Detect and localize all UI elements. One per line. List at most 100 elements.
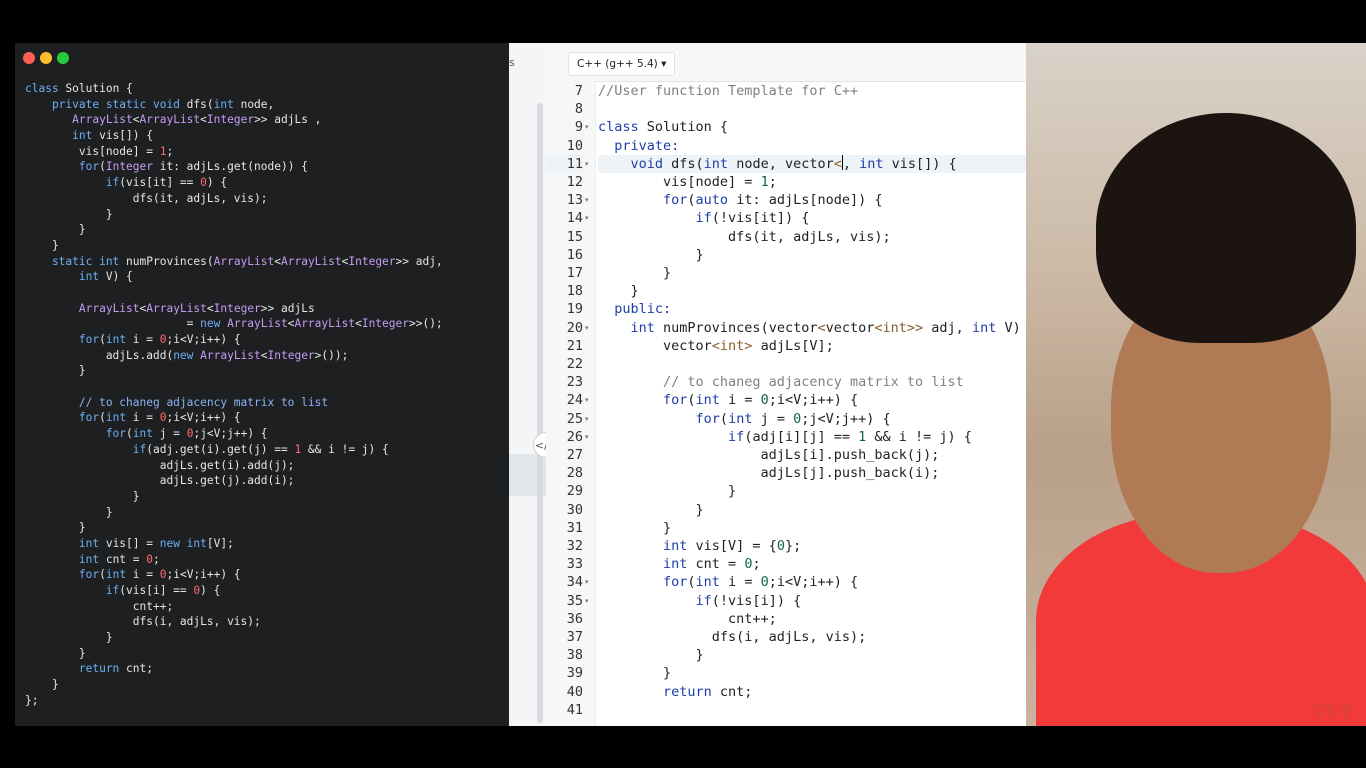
java-code-editor[interactable]: class Solution { private static void dfs… — [15, 43, 509, 726]
code-line[interactable]: int vis[V] = {0}; — [598, 537, 801, 555]
fold-chevron-icon[interactable]: ▾ — [585, 191, 589, 209]
code-line[interactable]: } — [25, 363, 503, 379]
code-line[interactable]: for(auto it: adjLs[node]) { — [598, 191, 882, 209]
fold-chevron-icon[interactable]: ▾ — [585, 573, 589, 591]
code-line[interactable]: } — [598, 282, 639, 300]
code-line[interactable]: return cnt; — [25, 661, 503, 677]
pane-divider[interactable] — [537, 103, 543, 723]
code-token: int — [598, 319, 664, 336]
code-line[interactable]: int numProvinces(vector<vector<int>> adj… — [598, 319, 1021, 337]
line-number: 13 — [566, 192, 583, 209]
code-line[interactable] — [25, 285, 503, 301]
code-token: >>(); — [408, 317, 443, 331]
code-token: int — [703, 155, 729, 172]
line-number: 14 — [566, 210, 583, 227]
language-select[interactable]: C++ (g++ 5.4) ▾ — [568, 52, 676, 76]
code-token: node, — [233, 97, 275, 111]
code-line[interactable]: static int numProvinces(ArrayList<ArrayL… — [25, 254, 503, 270]
code-line[interactable]: } — [25, 646, 503, 662]
code-line[interactable]: for(int i = 0;i<V;i++) { — [598, 573, 858, 591]
code-line[interactable]: dfs(it, adjLs, vis); — [598, 228, 891, 246]
fold-chevron-icon[interactable]: ▾ — [585, 592, 589, 610]
code-line[interactable]: public: — [598, 300, 671, 318]
code-line[interactable]: int cnt = 0; — [598, 555, 761, 573]
code-line[interactable]: adjLs.add(new ArrayList<Integer>()); — [25, 348, 503, 364]
code-line[interactable]: } — [598, 246, 704, 264]
fold-chevron-icon[interactable]: ▾ — [585, 410, 589, 428]
code-line[interactable]: }; — [25, 693, 503, 709]
code-line[interactable]: dfs(i, adjLs, vis); — [25, 614, 503, 630]
code-line[interactable]: if(vis[it] == 0) { — [25, 175, 503, 191]
code-line[interactable]: adjLs[j].push_back(i); — [598, 464, 940, 482]
code-line[interactable]: dfs(i, adjLs, vis); — [598, 628, 866, 646]
code-line[interactable]: for(Integer it: adjLs.get(node)) { — [25, 159, 503, 175]
code-line[interactable]: for(int j = 0;j<V;j++) { — [598, 410, 891, 428]
code-line[interactable] — [25, 379, 503, 395]
fold-chevron-icon[interactable]: ▾ — [585, 319, 589, 337]
code-line[interactable]: int vis[]) { — [25, 128, 503, 144]
code-line[interactable]: adjLs.get(j).add(i); — [25, 473, 503, 489]
code-line[interactable]: void dfs(int node, vector<, int vis[]) { — [598, 154, 1026, 173]
code-line[interactable]: vector<int> adjLs[V]; — [598, 337, 834, 355]
code-token: ( — [687, 392, 696, 409]
code-line[interactable]: private: — [598, 137, 679, 155]
fold-chevron-icon[interactable]: ▾ — [585, 118, 589, 136]
code-line[interactable]: class Solution { — [598, 118, 728, 136]
code-line[interactable]: vis[node] = 1; — [25, 144, 503, 160]
code-line[interactable]: int vis[] = new int[V]; — [25, 536, 503, 552]
code-line[interactable]: } — [598, 646, 704, 664]
cpp-code-editor[interactable]: C++ (g++ 5.4) ▾ 7 8 9 ▾ 10 11 ▾ 12 13 ▾ 14 ▾ 15 16 17 1… — [546, 43, 1026, 726]
code-line[interactable]: vis[node] = 1; — [598, 173, 777, 191]
code-line[interactable]: for(int i = 0;i<V;i++) { — [25, 410, 503, 426]
code-line[interactable]: int V) { — [25, 269, 503, 285]
code-line[interactable]: if(adj[i][j] == 1 && i != j) { — [598, 428, 972, 446]
fold-chevron-icon[interactable]: ▾ — [585, 391, 589, 409]
code-line[interactable]: if(!vis[i]) { — [598, 592, 802, 610]
code-line[interactable]: // to chaneg adjacency matrix to list — [25, 395, 503, 411]
code-line[interactable]: cnt++; — [598, 610, 777, 628]
code-line[interactable]: private static void dfs(int node, — [25, 97, 503, 113]
code-line[interactable]: } — [25, 520, 503, 536]
close-window-button[interactable] — [23, 52, 35, 64]
line-number: 32 — [566, 538, 583, 554]
fold-chevron-icon[interactable]: ▾ — [585, 428, 589, 446]
maximize-window-button[interactable] — [57, 52, 69, 64]
code-line[interactable]: } — [598, 264, 671, 282]
code-line[interactable]: for(int j = 0;j<V;j++) { — [25, 426, 503, 442]
code-line[interactable]: } — [25, 630, 503, 646]
code-line[interactable]: } — [25, 489, 503, 505]
code-line[interactable]: if(adj.get(i).get(j) == 1 && i != j) { — [25, 442, 503, 458]
code-line[interactable]: int cnt = 0; — [25, 552, 503, 568]
fold-chevron-icon[interactable]: ▾ — [585, 209, 589, 227]
code-line[interactable]: adjLs[i].push_back(j); — [598, 446, 940, 464]
code-line[interactable]: //User function Template for C++ — [598, 82, 858, 100]
code-line[interactable]: adjLs.get(i).add(j); — [25, 458, 503, 474]
fold-chevron-icon[interactable]: ▾ — [585, 155, 589, 173]
code-line[interactable]: } — [598, 501, 704, 519]
code-line[interactable]: return cnt; — [598, 683, 752, 701]
code-line[interactable]: } — [25, 207, 503, 223]
code-token: < — [833, 155, 842, 172]
code-line[interactable]: cnt++; — [25, 599, 503, 615]
code-line[interactable]: if(!vis[it]) { — [598, 209, 810, 227]
code-line[interactable]: // to chaneg adjacency matrix to list — [598, 373, 964, 391]
code-line[interactable]: } — [25, 505, 503, 521]
code-line[interactable]: ArrayList<ArrayList<Integer>> adjLs , — [25, 112, 503, 128]
code-line[interactable]: } — [25, 238, 503, 254]
code-line[interactable]: } — [25, 222, 503, 238]
code-line[interactable]: ArrayList<ArrayList<Integer>> adjLs — [25, 301, 503, 317]
minimize-window-button[interactable] — [40, 52, 52, 64]
code-line[interactable]: class Solution { — [25, 81, 503, 97]
code-line[interactable]: for(int i = 0;i<V;i++) { — [25, 332, 503, 348]
code-line[interactable]: } — [598, 519, 671, 537]
code-line[interactable]: dfs(it, adjLs, vis); — [25, 191, 503, 207]
code-line[interactable]: } — [25, 677, 503, 693]
code-line[interactable]: } — [598, 664, 671, 682]
java-code-area[interactable]: class Solution { private static void dfs… — [25, 81, 503, 709]
code-line[interactable]: if(vis[i] == 0) { — [25, 583, 503, 599]
code-line[interactable]: for(int i = 0;i<V;i++) { — [598, 391, 858, 409]
code-line[interactable]: for(int i = 0;i<V;i++) { — [25, 567, 503, 583]
code-token: if — [25, 584, 120, 597]
code-line[interactable]: } — [598, 482, 736, 500]
code-line[interactable]: = new ArrayList<ArrayList<Integer>>(); — [25, 316, 503, 332]
